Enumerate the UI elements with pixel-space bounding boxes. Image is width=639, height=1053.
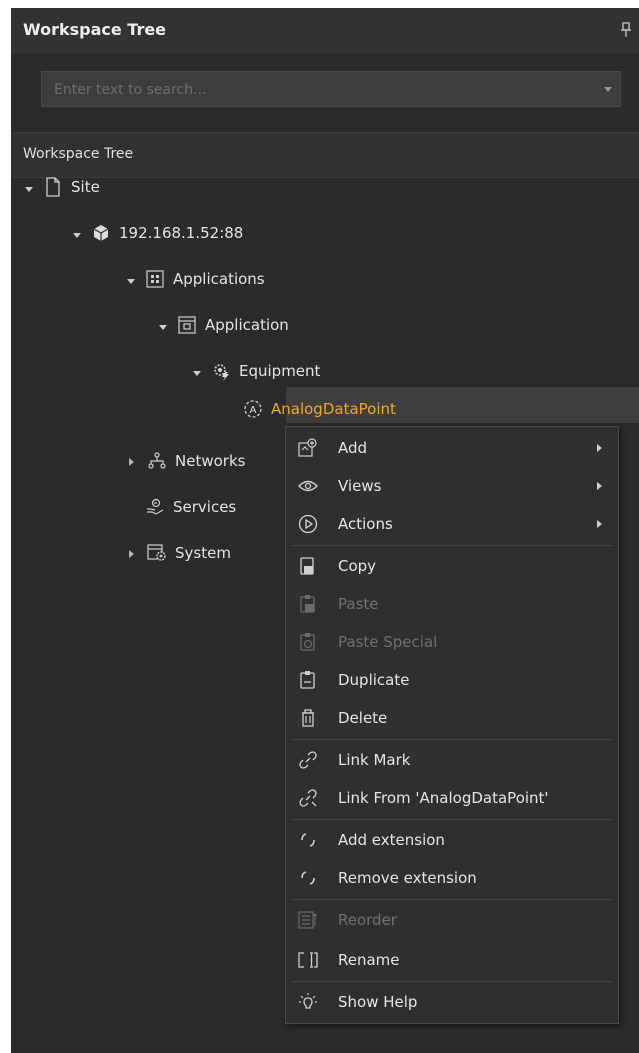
expand-arrow-icon[interactable] [73,224,83,242]
menu-item-duplicate[interactable]: Duplicate [286,661,618,699]
tree-node-label: 192.168.1.52:88 [119,224,244,242]
tree-node-label: Site [71,178,100,196]
tree-node-site[interactable]: Site [25,172,100,202]
context-menu: Add Views Actions Copy Paste Paste Speci… [285,426,619,1024]
extension-remove-icon [298,868,318,888]
system-gear-window-icon [147,543,167,563]
copy-icon [298,556,318,576]
search-box[interactable] [41,71,621,108]
tree-node-label: Applications [173,270,265,288]
link-from-icon [298,788,318,808]
tree-node-networks[interactable]: Networks [129,446,245,476]
applications-grid-icon [145,269,165,289]
menu-item-paste-special: Paste Special [286,623,618,661]
add-icon [298,438,318,458]
menu-item-label: Rename [338,951,400,969]
link-icon [298,750,318,770]
submenu-arrow-icon [597,444,602,452]
menu-item-label: Link From 'AnalogDataPoint' [338,789,549,807]
panel-title: Workspace Tree [23,20,167,39]
menu-item-label: Duplicate [338,671,410,689]
panel-titlebar: Workspace Tree [11,8,639,55]
tree-node-services[interactable]: Services [145,492,236,522]
menu-item-paste: Paste [286,585,618,623]
menu-separator [292,739,612,740]
tree-header: Workspace Tree [11,132,639,178]
services-hand-icon [145,497,165,517]
menu-item-label: Copy [338,557,377,575]
menu-item-reorder: Reorder [286,901,618,939]
submenu-arrow-icon [597,520,602,528]
expand-arrow-icon[interactable] [129,452,139,470]
tree-node-system[interactable]: System [129,538,231,568]
analog-datapoint-icon: A [243,399,263,419]
tree-node-label: AnalogDataPoint [271,400,396,418]
menu-item-label: Paste [338,595,379,613]
menu-item-views[interactable]: Views [286,467,618,505]
menu-item-add-extension[interactable]: Add extension [286,821,618,859]
gear-bolt-icon [211,361,231,381]
menu-separator [292,899,612,900]
tree-node-label: Networks [175,452,246,470]
tree-node-datapoint[interactable]: A AnalogDataPoint [243,394,396,424]
page-icon [43,177,63,197]
tree-node-applications[interactable]: Applications [127,264,265,294]
play-circle-icon [298,514,318,534]
expand-arrow-icon[interactable] [193,362,203,380]
duplicate-icon [298,670,318,690]
extension-add-icon [298,830,318,850]
menu-item-copy[interactable]: Copy [286,547,618,585]
tree-node-label: Services [173,498,237,516]
menu-separator [292,819,612,820]
menu-item-label: Remove extension [338,869,477,887]
paste-special-icon [298,632,318,652]
menu-item-actions[interactable]: Actions [286,505,618,543]
svg-text:A: A [250,405,257,416]
paste-icon [298,594,318,614]
menu-item-rename[interactable]: Rename [286,941,618,979]
menu-item-label: Actions [338,515,393,533]
menu-item-label: Reorder [338,911,397,929]
search-dropdown-chevron-icon[interactable] [604,87,612,92]
menu-item-label: Views [338,477,382,495]
tree-node-equipment[interactable]: Equipment [193,356,320,386]
reorder-icon [298,910,318,930]
expand-arrow-icon[interactable] [127,270,137,288]
menu-item-show-help[interactable]: Show Help [286,983,618,1021]
pin-icon[interactable] [621,22,631,38]
application-window-icon [177,315,197,335]
menu-item-label: Show Help [338,993,418,1011]
tree-node-application[interactable]: Application [159,310,289,340]
expand-arrow-icon[interactable] [159,316,169,334]
menu-item-link-mark[interactable]: Link Mark [286,741,618,779]
menu-item-add[interactable]: Add [286,429,618,467]
network-icon [147,451,167,471]
search-input[interactable] [42,72,596,108]
trash-icon [298,708,318,728]
submenu-arrow-icon [597,482,602,490]
tree-header-label: Workspace Tree [23,146,134,162]
menu-separator [292,545,612,546]
tree-node-host[interactable]: 192.168.1.52:88 [73,218,243,248]
menu-separator [292,981,612,982]
menu-item-label: Delete [338,709,388,727]
menu-item-delete[interactable]: Delete [286,699,618,737]
menu-item-label: Add extension [338,831,445,849]
menu-item-label: Paste Special [338,633,438,651]
tree-node-label: Equipment [239,362,321,380]
menu-item-label: Link Mark [338,751,411,769]
expand-arrow-icon[interactable] [25,178,35,196]
menu-item-label: Add [338,439,368,457]
server-cube-icon [91,223,111,243]
menu-item-link-from[interactable]: Link From 'AnalogDataPoint' [286,779,618,817]
expand-arrow-icon[interactable] [129,544,139,562]
eye-icon [298,476,318,496]
rename-icon [298,950,318,970]
menu-item-remove-extension[interactable]: Remove extension [286,859,618,897]
tree-node-label: System [175,544,231,562]
help-bulb-icon [298,992,318,1012]
tree-node-label: Application [205,316,289,334]
